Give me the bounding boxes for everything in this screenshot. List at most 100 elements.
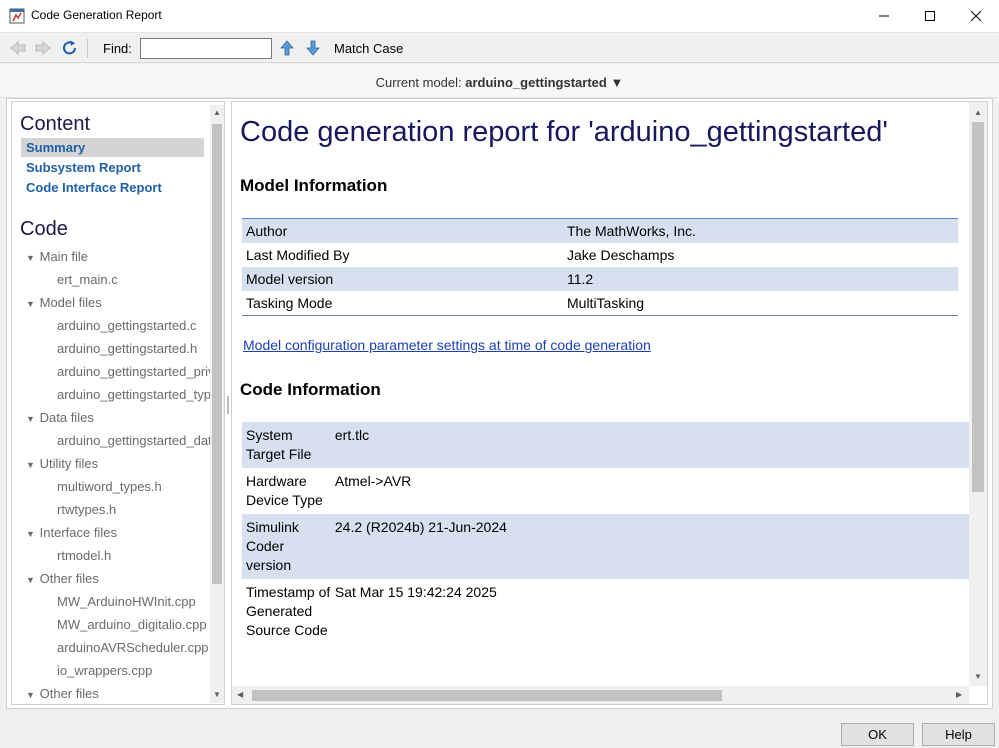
row-value: Sat Mar 15 19:42:24 2025 bbox=[334, 584, 497, 600]
file-link[interactable]: multiword_types.h bbox=[57, 479, 162, 494]
table-row: Hardware Device Type Atmel->AVR bbox=[242, 468, 970, 514]
row-value: ert.tlc bbox=[334, 427, 370, 443]
report-title: Code generation report for 'arduino_gett… bbox=[240, 116, 888, 148]
scroll-up-icon[interactable]: ▲ bbox=[974, 108, 982, 117]
model-information-table: Author The MathWorks, Inc. Last Modified… bbox=[242, 218, 958, 316]
file-link[interactable]: MW_ArduinoHWInit.cpp bbox=[57, 594, 196, 609]
maximize-button[interactable] bbox=[907, 0, 953, 32]
tree-group-main-file[interactable]: ▼ Main file bbox=[26, 249, 88, 264]
title-bar: Code Generation Report bbox=[0, 0, 999, 33]
scroll-left-icon[interactable]: ◀ bbox=[237, 690, 243, 699]
current-model-name: arduino_gettingstarted bbox=[465, 75, 607, 90]
current-model-bar: Current model: arduino_gettingstarted ▼ bbox=[0, 64, 999, 98]
panel-splitter[interactable] bbox=[227, 396, 229, 414]
tree-group-interface-files[interactable]: ▼ Interface files bbox=[26, 525, 117, 540]
content-heading: Content bbox=[20, 113, 91, 135]
navigation-panel: Content Summary Subsystem Report Code In… bbox=[11, 101, 225, 705]
file-link[interactable]: arduino_gettingstarted.h bbox=[57, 341, 197, 356]
file-link[interactable]: rtwtypes.h bbox=[57, 502, 116, 517]
code-information-heading: Code Information bbox=[240, 380, 381, 399]
table-row: Tasking Mode MultiTasking bbox=[242, 291, 958, 315]
file-link[interactable]: MW_arduino_digitalio.cpp bbox=[57, 617, 207, 632]
find-next-icon[interactable] bbox=[304, 40, 322, 56]
app-icon bbox=[9, 8, 25, 24]
find-previous-icon[interactable] bbox=[278, 40, 296, 56]
forward-arrow-icon[interactable] bbox=[34, 40, 52, 56]
row-key: Tasking Mode bbox=[246, 295, 333, 311]
row-key: Last Modified By bbox=[246, 247, 350, 263]
refresh-icon[interactable] bbox=[61, 40, 79, 56]
help-button[interactable]: Help bbox=[922, 723, 995, 746]
tree-group-other-files-2[interactable]: ▼ Other files bbox=[26, 686, 99, 701]
code-heading: Code bbox=[20, 218, 68, 240]
row-key: Timestamp of Generated Source Code bbox=[246, 584, 331, 638]
window-title: Code Generation Report bbox=[31, 8, 162, 22]
scroll-right-icon[interactable]: ▶ bbox=[956, 690, 962, 699]
maximize-icon bbox=[925, 11, 935, 21]
row-key: Simulink Coder version bbox=[246, 519, 299, 573]
close-button[interactable] bbox=[953, 0, 999, 32]
table-row: System Target File ert.tlc bbox=[242, 422, 970, 468]
collapse-triangle-icon: ▼ bbox=[26, 414, 35, 424]
toolbar-separator bbox=[87, 39, 88, 58]
row-value: MultiTasking bbox=[567, 295, 645, 311]
table-row: Last Modified By Jake Deschamps bbox=[242, 243, 958, 267]
row-value: 11.2 bbox=[567, 271, 594, 287]
tree-group-data-files[interactable]: ▼ Data files bbox=[26, 410, 94, 425]
report-panel: Code generation report for 'arduino_gett… bbox=[231, 101, 988, 705]
tree-group-utility-files[interactable]: ▼ Utility files bbox=[26, 456, 98, 471]
chevron-down-icon: ▼ bbox=[610, 75, 624, 90]
collapse-triangle-icon: ▼ bbox=[26, 460, 35, 470]
report-vscroll-thumb[interactable] bbox=[972, 122, 984, 492]
file-link[interactable]: arduino_gettingstarted_types.h bbox=[57, 387, 224, 402]
row-value: The MathWorks, Inc. bbox=[567, 223, 696, 239]
file-link[interactable]: arduino_gettingstarted_data.c bbox=[57, 433, 224, 448]
nav-link-subsystem-report[interactable]: Subsystem Report bbox=[26, 160, 141, 175]
file-link[interactable]: ert_main.c bbox=[57, 272, 118, 287]
report-hscroll-thumb[interactable] bbox=[252, 690, 722, 701]
model-config-link[interactable]: Model configuration parameter settings a… bbox=[243, 337, 651, 353]
row-value: 24.2 (R2024b) 21-Jun-2024 bbox=[334, 519, 507, 535]
find-input[interactable] bbox=[140, 38, 272, 59]
back-arrow-icon[interactable] bbox=[9, 40, 27, 56]
nav-scroll-thumb[interactable] bbox=[212, 124, 222, 584]
toolbar: Find: Match Case bbox=[0, 33, 999, 63]
table-row: Simulink Coder version 24.2 (R2024b) 21-… bbox=[242, 514, 970, 579]
file-link[interactable]: rtmodel.h bbox=[57, 548, 111, 563]
row-key: System Target File bbox=[246, 427, 312, 462]
find-label: Find: bbox=[103, 41, 132, 56]
file-link[interactable]: arduino_gettingstarted.c bbox=[57, 318, 196, 333]
minimize-button[interactable] bbox=[861, 0, 907, 32]
file-link[interactable]: arduino_gettingstarted_private.h bbox=[57, 364, 224, 379]
tree-group-other-files[interactable]: ▼ Other files bbox=[26, 571, 99, 586]
table-row: Model version 11.2 bbox=[242, 267, 958, 291]
row-value: Jake Deschamps bbox=[567, 247, 675, 263]
collapse-triangle-icon: ▼ bbox=[26, 299, 35, 309]
match-case-toggle[interactable]: Match Case bbox=[334, 41, 403, 56]
tree-group-model-files[interactable]: ▼ Model files bbox=[26, 295, 102, 310]
close-icon bbox=[970, 10, 982, 22]
ok-button[interactable]: OK bbox=[841, 723, 914, 746]
current-model-selector[interactable]: Current model: arduino_gettingstarted ▼ bbox=[0, 75, 999, 90]
row-value: Atmel->AVR bbox=[334, 473, 412, 489]
row-key: Model version bbox=[246, 271, 334, 287]
file-link[interactable]: io_wrappers.cpp bbox=[57, 663, 152, 678]
code-information-table: System Target File ert.tlc Hardware Devi… bbox=[242, 422, 970, 644]
collapse-triangle-icon: ▼ bbox=[26, 575, 35, 585]
collapse-triangle-icon: ▼ bbox=[26, 529, 35, 539]
collapse-triangle-icon: ▼ bbox=[26, 253, 35, 263]
minimize-icon bbox=[879, 15, 889, 17]
row-key: Hardware Device Type bbox=[246, 473, 323, 508]
scroll-down-icon[interactable]: ▼ bbox=[974, 672, 982, 681]
collapse-triangle-icon: ▼ bbox=[26, 690, 35, 700]
model-information-heading: Model Information bbox=[240, 176, 388, 195]
file-link[interactable]: arduinoAVRScheduler.cpp bbox=[57, 640, 209, 655]
scroll-up-icon[interactable]: ▲ bbox=[213, 108, 221, 117]
nav-link-summary[interactable]: Summary bbox=[26, 140, 85, 155]
nav-link-code-interface-report[interactable]: Code Interface Report bbox=[26, 180, 162, 195]
table-row: Timestamp of Generated Source Code Sat M… bbox=[242, 579, 970, 644]
row-key: Author bbox=[246, 223, 288, 239]
current-model-prefix: Current model: bbox=[375, 75, 462, 90]
table-row: Author The MathWorks, Inc. bbox=[242, 219, 958, 243]
scroll-down-icon[interactable]: ▼ bbox=[213, 690, 221, 699]
